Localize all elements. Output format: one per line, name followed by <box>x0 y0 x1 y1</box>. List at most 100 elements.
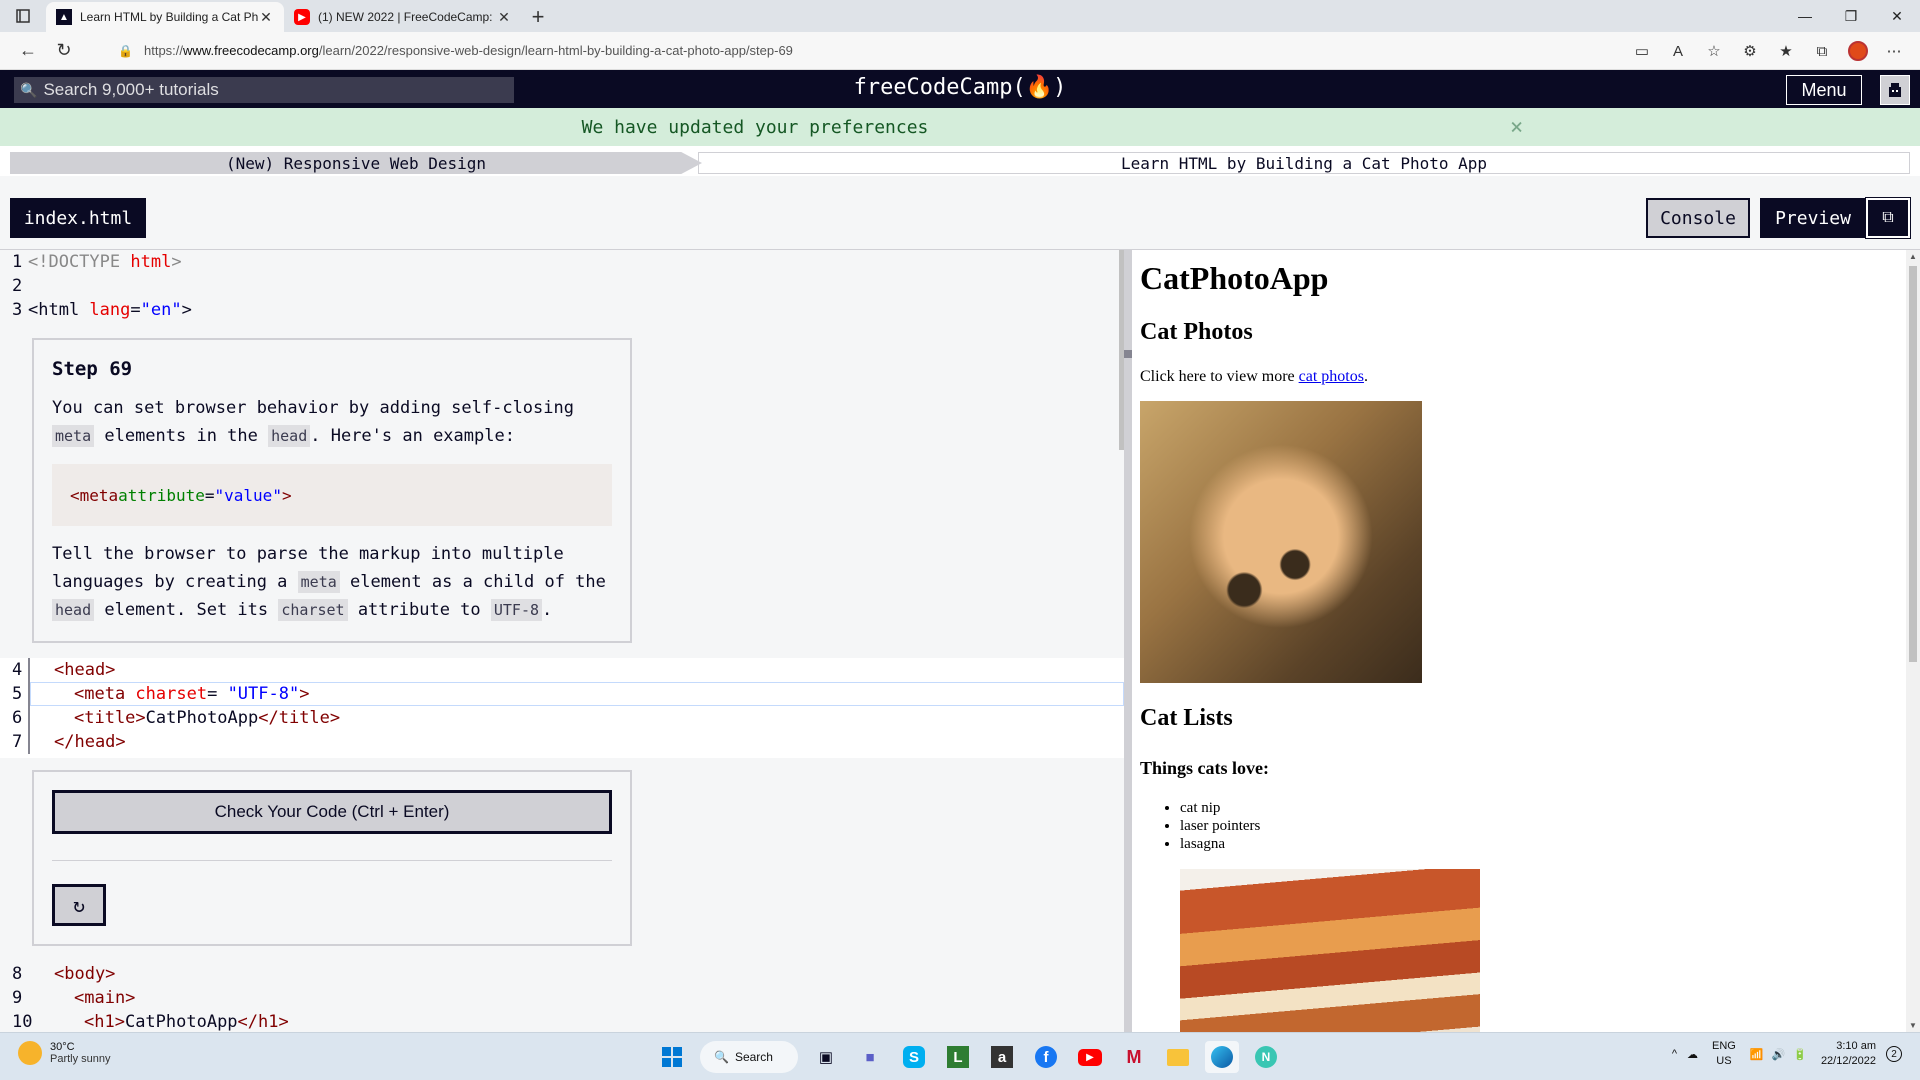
code-token: </title> <box>258 708 341 728</box>
profile-icon[interactable] <box>1840 36 1876 66</box>
preview-subheading: Cat Lists <box>1140 705 1233 731</box>
minimize-icon[interactable]: — <box>1782 0 1828 32</box>
task-view-icon[interactable]: ▣ <box>809 1041 843 1073</box>
weather-widget[interactable]: 30°C Partly sunny <box>18 1041 111 1065</box>
youtube-icon[interactable]: ▶ <box>1073 1041 1107 1073</box>
youtube-icon: ▶ <box>294 9 310 25</box>
refresh-icon[interactable]: ↻ <box>46 35 82 67</box>
collections-icon[interactable]: ⧉ <box>1804 36 1840 66</box>
file-explorer-icon[interactable] <box>1161 1041 1195 1073</box>
volume-icon[interactable]: 🔊 <box>1772 1048 1786 1061</box>
facebook-icon[interactable]: f <box>1029 1041 1063 1073</box>
app-n-icon[interactable]: N <box>1249 1041 1283 1073</box>
console-button[interactable]: Console <box>1646 198 1750 238</box>
close-tab-icon[interactable]: ✕ <box>258 9 274 26</box>
preview-button[interactable]: Preview <box>1760 198 1866 238</box>
code-token: > <box>281 485 292 505</box>
scroll-down-icon[interactable]: ▼ <box>1906 1021 1920 1030</box>
notification-badge[interactable]: 2 <box>1886 1046 1902 1062</box>
code-token: = <box>204 485 215 505</box>
extensions-icon[interactable]: ⚙ <box>1732 36 1768 66</box>
reset-button[interactable]: ↻ <box>52 884 106 926</box>
chat-icon[interactable]: ■ <box>853 1041 887 1073</box>
tab-title: Learn HTML by Building a Cat Ph <box>80 10 258 24</box>
scroll-up-icon[interactable]: ▲ <box>1906 252 1920 261</box>
lasagna-image[interactable] <box>1180 869 1480 1032</box>
skype-icon[interactable]: S <box>897 1041 931 1073</box>
resizer-grip[interactable] <box>1124 350 1132 358</box>
start-icon[interactable] <box>655 1041 689 1073</box>
favorites-icon[interactable]: ★ <box>1768 36 1804 66</box>
code-token: > <box>299 684 310 704</box>
close-icon[interactable]: × <box>1510 115 1523 140</box>
code-token: lang <box>79 300 131 320</box>
cat-photos-link[interactable]: cat photos <box>1299 368 1364 385</box>
menu-button[interactable]: Menu <box>1786 75 1862 105</box>
code-line: 10 <h1> CatPhotoApp </h1> <box>0 1010 289 1032</box>
code-token: </head> <box>54 732 126 752</box>
code-line[interactable]: 4 <head> <box>0 658 115 682</box>
line-number: 9 <box>12 988 23 1008</box>
code-token: <html <box>28 300 80 320</box>
back-icon[interactable]: ← <box>10 35 46 67</box>
clock[interactable]: 3:10 am 22/12/2022 <box>1821 1039 1876 1069</box>
code-example: <meta attribute = "value" > <box>52 464 612 526</box>
browser-tab-strip: ▲ Learn HTML by Building a Cat Ph ✕ ▶ (1… <box>0 0 1920 32</box>
flash-message: We have updated your preferences × <box>0 108 1920 146</box>
wifi-icon[interactable]: 📶 <box>1750 1048 1764 1061</box>
avatar[interactable] <box>1880 75 1910 105</box>
code-line: 2 <box>0 274 28 298</box>
breadcrumb-superblock[interactable]: (New) Responsive Web Design <box>10 152 702 174</box>
search-input[interactable]: 🔍 Search 9,000+ tutorials <box>14 77 514 103</box>
code-token: <meta <box>74 684 126 704</box>
read-aloud-icon[interactable]: A <box>1660 36 1696 66</box>
step-text: You can set browser behavior by adding s… <box>52 398 574 418</box>
code-line[interactable]: 7 </head> <box>0 730 126 754</box>
file-tab-index-html[interactable]: index.html <box>10 198 146 238</box>
battery-icon[interactable]: 🔋 <box>1793 1048 1807 1061</box>
code-token: attribute <box>118 485 205 505</box>
favorite-star-icon[interactable]: ☆ <box>1696 36 1732 66</box>
restore-icon[interactable]: ❐ <box>1828 0 1874 32</box>
preview-pane[interactable]: CatPhotoApp Cat Photos Click here to vie… <box>1132 250 1906 1032</box>
language-code: ENG <box>1711 1040 1736 1052</box>
new-tab-button[interactable]: + <box>522 2 554 32</box>
more-icon[interactable]: ⋯ <box>1876 36 1912 66</box>
preview-scrollbar[interactable]: ▲ ▼ <box>1906 250 1920 1032</box>
preview-popout-icon[interactable]: ⧉ <box>1865 197 1911 239</box>
taskbar-search-label: Search <box>734 1050 773 1064</box>
url-field[interactable]: 🔒 https://www.freecodecamp.org/learn/202… <box>118 36 1618 66</box>
close-tab-icon[interactable]: ✕ <box>496 9 512 26</box>
code-editor[interactable]: 1 <!DOCTYPE html > 2 3 <html lang = "en" > Ste… <box>0 250 1124 1032</box>
tab-freecodecamp[interactable]: ▲ Learn HTML by Building a Cat Ph ✕ <box>46 2 284 32</box>
code-token: CatPhotoApp <box>124 1012 238 1032</box>
cat-image[interactable] <box>1140 401 1422 683</box>
step-text: element. Set its <box>94 600 279 620</box>
tab-youtube[interactable]: ▶ (1) NEW 2022 | FreeCodeCamp: l ✕ <box>284 2 522 32</box>
onedrive-icon[interactable]: ☁ <box>1687 1048 1698 1061</box>
app-l-icon[interactable]: L <box>941 1041 975 1073</box>
mcafee-icon[interactable]: M <box>1117 1041 1151 1073</box>
search-placeholder: Search 9,000+ tutorials <box>43 80 219 99</box>
breadcrumb-block[interactable]: Learn HTML by Building a Cat Photo App <box>698 152 1910 174</box>
list-item: laser pointers <box>1180 817 1906 835</box>
app-available-icon[interactable]: ▭ <box>1624 36 1660 66</box>
check-code-button[interactable]: Check Your Code (Ctrl + Enter) <box>52 790 612 834</box>
code-token: </h1> <box>237 1012 289 1032</box>
close-window-icon[interactable]: ✕ <box>1874 0 1920 32</box>
lock-icon: 🔒 <box>118 43 133 58</box>
language-indicator[interactable]: ENG US <box>1712 1039 1736 1069</box>
amazon-icon[interactable]: a <box>985 1041 1019 1073</box>
date: 22/12/2022 <box>1820 1055 1876 1067</box>
code-line[interactable]: 5 <meta charset = "UTF-8" > <box>0 682 309 706</box>
step-text: . <box>542 600 553 620</box>
workspaces-icon[interactable] <box>0 0 46 32</box>
panel-resizer[interactable] <box>1124 250 1132 1032</box>
preview-heading: CatPhotoApp <box>1140 260 1329 296</box>
taskbar-search[interactable]: 🔍 Search <box>700 1041 798 1073</box>
chevron-up-icon[interactable]: ^ <box>1672 1048 1677 1060</box>
code-line[interactable]: 6 <title> CatPhotoApp </title> <box>0 706 340 730</box>
scroll-thumb[interactable] <box>1909 266 1917 662</box>
tab-title: (1) NEW 2022 | FreeCodeCamp: l <box>318 10 496 24</box>
edge-icon[interactable] <box>1205 1041 1239 1073</box>
